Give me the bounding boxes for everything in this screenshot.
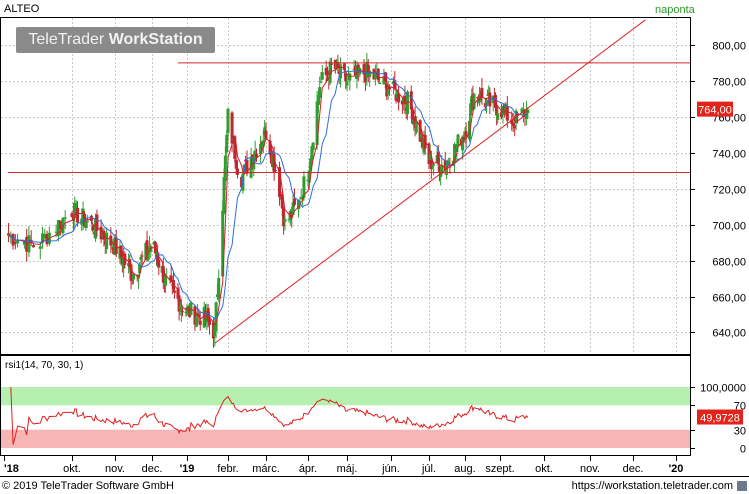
candle-body[interactable] (345, 80, 349, 86)
candle-body[interactable] (273, 169, 277, 172)
price-plot (7, 19, 690, 348)
rsi-tick-label: 100,0000 (700, 383, 746, 395)
candle-body[interactable] (91, 225, 95, 231)
period-label[interactable]: naponta (655, 4, 695, 16)
candle-body[interactable] (11, 234, 15, 246)
candle-body[interactable] (198, 320, 202, 325)
ma-slow-line (8, 70, 529, 320)
time-tick-label: márc. (252, 463, 280, 475)
candle-body[interactable] (264, 130, 268, 140)
candle-body[interactable] (223, 155, 227, 182)
price-tick-label: 780,00 (712, 77, 746, 89)
candle-body[interactable] (140, 255, 144, 257)
time-tick-label: '18 (4, 463, 19, 475)
time-tick-label: febr. (217, 463, 238, 475)
price-tick-label: 720,00 (712, 185, 746, 197)
candle-body[interactable] (378, 82, 382, 85)
chart-window: 640,00 660,00 680,00 700,00 720,00 740,00 760,… (0, 0, 749, 494)
candle-body[interactable] (207, 319, 211, 325)
candle-body[interactable] (226, 108, 230, 134)
candle-body[interactable] (38, 246, 42, 249)
time-tick-label: okt. (535, 463, 553, 475)
time-tick-label: '20 (669, 463, 684, 475)
time-tick-label: szept. (485, 463, 514, 475)
price-tick-label: 640,00 (712, 328, 746, 340)
candle-body[interactable] (320, 72, 324, 80)
chart-canvas[interactable]: 640,00660,00680,00700,00720,00740,00760,… (0, 0, 749, 494)
price-y-axis: 640,00660,00680,00700,00720,00740,00760,… (690, 41, 746, 340)
candle-body[interactable] (456, 134, 460, 147)
price-tick-label: 800,00 (712, 41, 746, 53)
candle-body[interactable] (464, 131, 468, 137)
time-tick-label: dec. (623, 463, 644, 475)
time-tick-label: máj. (337, 463, 358, 475)
rsi-last-value-label: 49,9728 (700, 413, 740, 425)
time-x-axis: '18 okt. nov. dec. '19 febr. márc. ápr. máj. jún.… (4, 456, 683, 475)
ma-fast-line (8, 63, 529, 326)
candle-body[interactable] (319, 81, 323, 83)
price-tick-label: 740,00 (712, 149, 746, 161)
price-tick-label: 680,00 (712, 257, 746, 269)
candle-body[interactable] (311, 142, 315, 151)
time-tick-label: júl. (421, 463, 436, 475)
footer-url-link[interactable]: https://workstation.teletrader.com (572, 480, 733, 492)
symbol-label: ALTEO (4, 3, 40, 15)
rsi-overbought-band (1, 387, 690, 406)
time-tick-label: nov. (105, 463, 125, 475)
time-tick-label: dec. (142, 463, 163, 475)
candle-body[interactable] (217, 278, 221, 300)
rsi-tick-label: 30 (734, 426, 746, 438)
last-price-label: 764,00 (698, 105, 732, 117)
candle-body[interactable] (496, 113, 500, 120)
candle-body[interactable] (283, 219, 287, 222)
brand-light-text: TeleTrader (28, 31, 105, 48)
candle-body[interactable] (329, 63, 333, 65)
brand-badge: TeleTrader WorkStation (16, 27, 215, 53)
candle-body[interactable] (397, 94, 401, 103)
time-tick-label: aug. (454, 463, 475, 475)
candle-body[interactable] (105, 232, 109, 250)
candle-body[interactable] (63, 217, 67, 219)
price-tick-label: 700,00 (712, 221, 746, 233)
rsi-plot (1, 386, 690, 448)
candle-body[interactable] (16, 240, 20, 244)
candle-body[interactable] (173, 290, 177, 293)
candle-body[interactable] (180, 311, 184, 313)
teletrader-icon (737, 481, 747, 491)
time-tick-label: ápr. (299, 463, 317, 475)
rsi-oversold-band (1, 429, 690, 448)
candle-body[interactable] (31, 245, 35, 248)
candle-body[interactable] (432, 164, 436, 166)
candle-body[interactable] (326, 70, 329, 76)
candle-body[interactable] (132, 273, 135, 280)
candle-body[interactable] (505, 106, 509, 121)
copyright-text: © 2019 TeleTrader Software GmbH (2, 480, 174, 492)
brand-bold-text: WorkStation (108, 31, 203, 48)
time-tick-label: jún. (381, 463, 400, 475)
candle-body[interactable] (318, 87, 322, 98)
candle-body[interactable] (292, 198, 296, 205)
time-tick-label: nov. (580, 463, 600, 475)
rsi-title: rsi1(14, 70, 30, 1) (5, 360, 84, 371)
rsi-tick-label: 0 (740, 444, 746, 456)
time-tick-label: '19 (180, 463, 195, 475)
candle-body[interactable] (85, 220, 89, 223)
rsi-y-axis: 03070100,000049,9728 (690, 383, 746, 456)
time-tick-label: okt. (63, 463, 81, 475)
candle-body[interactable] (157, 259, 161, 268)
price-tick-label: 660,00 (712, 293, 746, 305)
candle-body[interactable] (76, 207, 80, 223)
candle-body[interactable] (236, 168, 239, 175)
